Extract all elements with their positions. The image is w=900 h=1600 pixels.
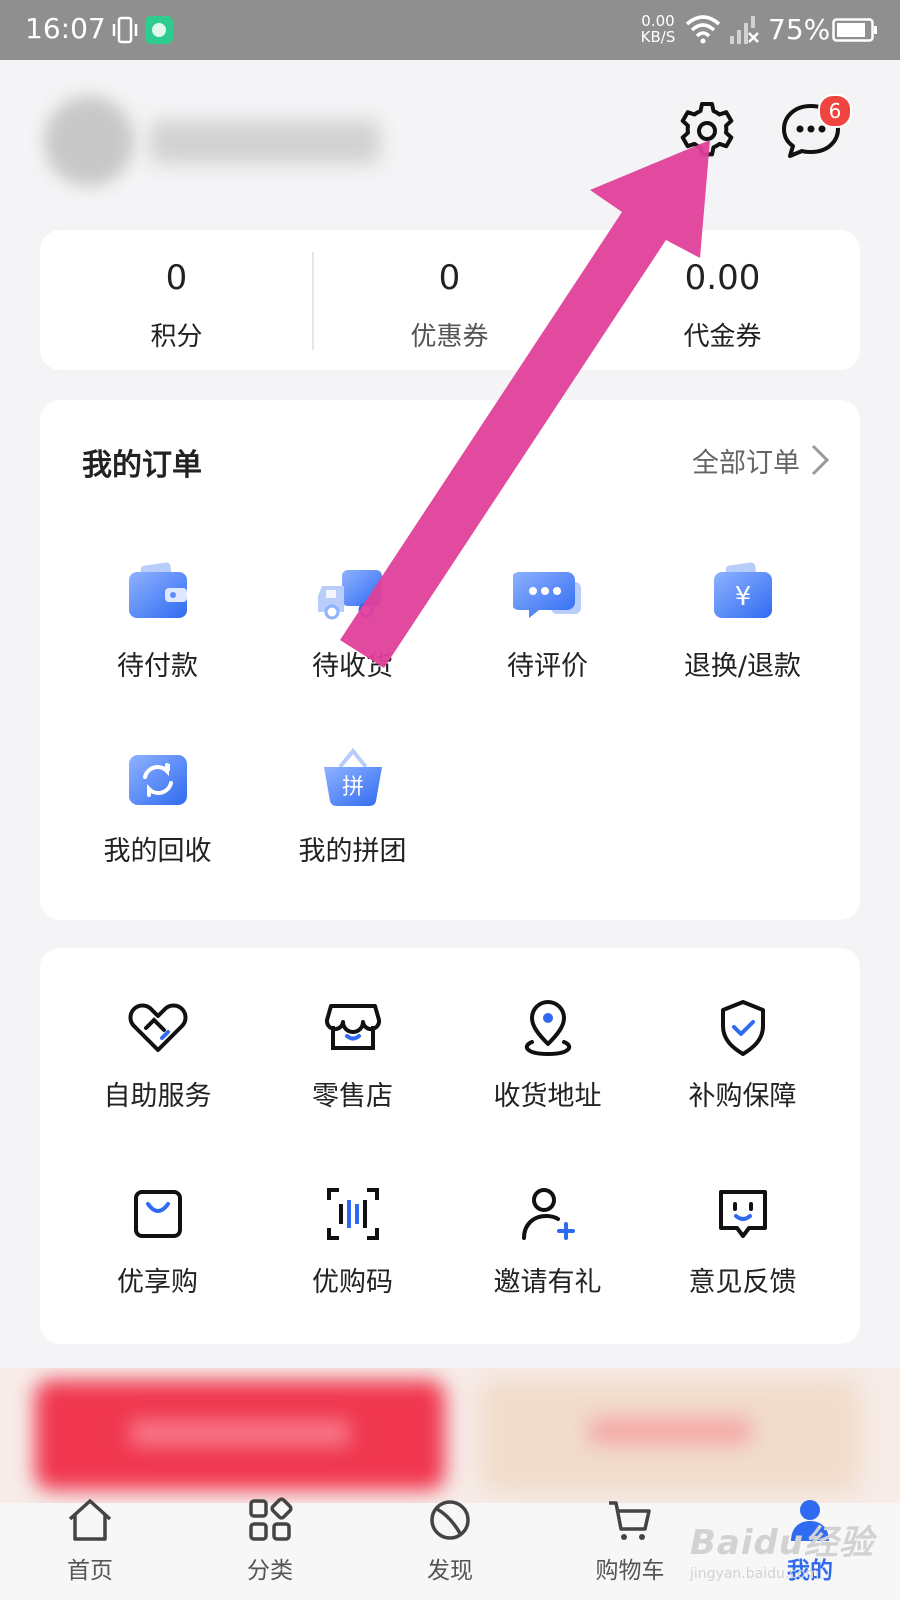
watermark-url: jingyan.baidu.com [690,1566,820,1582]
service-address[interactable]: 收货地址 [450,996,645,1113]
service-label: 补购保障 [688,1081,797,1112]
order-label: 我的拼团 [298,836,407,867]
cart-icon [609,1501,651,1540]
recycle-icon [128,755,187,805]
promo-banner-right-text [590,1418,750,1444]
network-speed-value: 0.00 [641,12,675,30]
service-purchase-code[interactable]: 优购码 [255,1182,450,1299]
app-notification-icon [145,16,173,44]
order-label: 退换/退款 [683,651,802,682]
truck-icon [317,570,382,620]
svg-text:¥: ¥ [734,582,751,612]
network-speed-unit: KB/S [640,28,676,46]
cell-signal-icon [730,16,759,44]
service-self-help[interactable]: 自助服务 [60,996,255,1113]
tab-label: 首页 [67,1558,113,1584]
service-invite[interactable]: 邀请有礼 [450,1182,645,1299]
tab-label: 发现 [427,1558,473,1584]
location-pin-icon [524,1000,571,1057]
service-guarantee[interactable]: 补购保障 [645,996,840,1113]
service-label: 意见反馈 [688,1267,797,1298]
battery-icon [832,18,877,42]
order-label: 待评价 [507,651,588,682]
tab-category[interactable]: 分类 [180,1497,360,1600]
all-orders-label: 全部订单 [692,447,800,479]
service-label: 邀请有礼 [493,1267,602,1298]
svg-text:拼: 拼 [341,775,363,800]
home-icon [68,1499,112,1541]
wallet-icon [128,562,187,618]
tab-discover[interactable]: 发现 [360,1500,540,1600]
service-label: 优购码 [312,1267,393,1298]
heart-handshake-icon [128,1003,187,1052]
username-blurred[interactable] [150,120,380,164]
barcode-icon [326,1188,379,1240]
order-pending-receipt[interactable]: 待收货 [255,560,450,683]
wifi-icon [685,15,721,44]
my-orders-card: 我的订单 全部订单 待付款 待收货 待评价 ¥ 退换/退款 我的回收 拼 我的拼… [40,400,860,920]
status-time: 16:07 [25,12,106,45]
order-label: 待付款 [117,651,198,682]
tab-home[interactable]: 首页 [0,1499,180,1600]
vouchers-stat[interactable]: 0.00 代金券 [586,230,859,370]
vibrate-icon [112,16,138,44]
points-label: 积分 [150,322,203,352]
watermark-logo: Baidu经验 [690,1523,875,1563]
vouchers-value: 0.00 [684,258,761,298]
coupons-label: 优惠券 [410,322,489,352]
order-pending-payment[interactable]: 待付款 [60,560,255,683]
points-stat[interactable]: 0 积分 [40,230,313,370]
coupons-value: 0 [438,258,461,298]
baidu-jingyan-watermark: Baidu经验 jingyan.baidu.com [690,1515,880,1585]
promo-banner-left-text [130,1420,350,1446]
feedback-icon [718,1190,767,1238]
order-pending-review[interactable]: 待评价 [450,560,645,683]
add-user-icon [521,1188,575,1240]
order-label: 待收货 [312,651,393,682]
discover-icon [430,1500,470,1540]
tab-label: 分类 [247,1558,293,1584]
shopping-bag-icon [133,1190,182,1238]
service-retail-store[interactable]: 零售店 [255,996,450,1113]
avatar[interactable] [44,96,134,186]
group-buy-basket-icon: 拼 [323,747,382,807]
order-group-buy[interactable]: 拼 我的拼团 [255,745,450,868]
order-recycle[interactable]: 我的回收 [60,745,255,868]
my-orders-title: 我的订单 [82,448,202,483]
category-icon [249,1497,293,1541]
store-icon [324,1004,381,1050]
points-summary-card: 0 积分 0 优惠券 0.00 代金券 [40,230,860,370]
status-bar: 16:07 0.00 KB/S 75% [0,0,900,60]
comment-icon [512,572,581,618]
service-premium-purchase[interactable]: 优享购 [60,1182,255,1299]
message-count-badge: 6 [818,94,852,128]
gear-icon[interactable] [676,100,738,162]
profile-header: 6 [0,60,900,210]
promo-banner[interactable] [0,1368,900,1503]
coupons-stat[interactable]: 0 优惠券 [313,230,586,370]
order-refund[interactable]: ¥ 退换/退款 [645,560,840,683]
service-label: 优享购 [117,1267,198,1298]
network-speed: 0.00 KB/S [636,13,680,45]
refund-icon: ¥ [713,562,772,618]
service-label: 零售店 [312,1081,393,1112]
service-label: 收货地址 [493,1081,602,1112]
all-orders-link[interactable]: 全部订单 [692,440,830,480]
service-feedback[interactable]: 意见反馈 [645,1182,840,1299]
shield-check-icon [720,1000,765,1056]
order-label: 我的回收 [103,836,212,867]
points-value: 0 [165,258,188,298]
service-label: 自助服务 [103,1081,212,1112]
battery-percent: 75% [768,13,831,46]
chevron-right-icon [811,444,830,476]
services-card: 自助服务 零售店 收货地址 补购保障 优享购 优购码 邀请有礼 意见反馈 [40,948,860,1344]
vouchers-label: 代金券 [683,322,762,352]
